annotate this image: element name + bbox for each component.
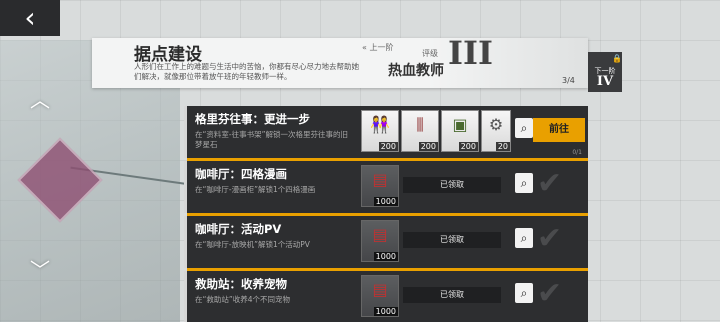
reward-item[interactable]: ▤ 1000 <box>361 220 399 262</box>
search-icon[interactable]: ⌕ <box>515 228 533 248</box>
task-description: 在“咖啡厅-漫画柜”解锁1个四格漫画 <box>195 185 316 194</box>
tier-banner: 据点建设 人形们在工作上的难题与生活中的苦恼，你都有尽心尽力地去帮助她们解决，就… <box>92 34 588 88</box>
reward-item[interactable]: 👭 200 <box>361 110 399 152</box>
reward-count: 200 <box>418 142 438 151</box>
tier-label: 评级 <box>422 49 438 58</box>
claimed-status: 已领取 <box>403 232 501 248</box>
chevron-left-icon: « <box>362 43 367 52</box>
reward-item[interactable]: ⚙ 20 <box>481 110 511 152</box>
next-tier-roman: IV <box>596 74 614 89</box>
card-icon: ▤ <box>372 280 388 299</box>
next-tier-button[interactable]: 🔒 下一阶 IV <box>588 52 622 92</box>
reward-item[interactable]: ▣ 200 <box>441 110 479 152</box>
task-title: 咖啡厅：活动PV <box>195 222 282 236</box>
reward-item[interactable]: ▤ 1000 <box>361 275 399 317</box>
task-row: 救助站：收养宠物 在“救助站”收养4个不同宠物 ▤ 1000 已领取 ⌕ ✔ <box>184 271 588 322</box>
reward-item[interactable]: ⫼ 200 <box>401 110 439 152</box>
reward-count: 1000 <box>373 252 398 261</box>
task-progress: 0/1 <box>572 149 582 156</box>
task-row: 咖啡厅：四格漫画 在“咖啡厅-漫画柜”解锁1个四格漫画 ▤ 1000 已领取 ⌕… <box>184 161 588 216</box>
reward-count: 200 <box>458 142 478 151</box>
tier-roman-numeral: III <box>448 34 493 72</box>
claimed-status: 已领取 <box>403 287 501 303</box>
task-description: 在“咖啡厅-放映机”解锁1个活动PV <box>195 240 310 249</box>
prev-tier-button[interactable]: « 上一阶 <box>362 42 393 53</box>
task-title: 咖啡厅：四格漫画 <box>195 167 287 181</box>
card-icon: ▤ <box>372 170 388 189</box>
tier-title: 热血教师 <box>388 63 444 79</box>
search-icon[interactable]: ⌕ <box>515 118 533 138</box>
ration-icon: ▣ <box>452 115 468 134</box>
reward-count: 1000 <box>373 197 398 206</box>
reward-count: 1000 <box>373 307 398 316</box>
reward-count: 20 <box>495 142 510 151</box>
task-row: 格里芬往事：更进一步 在“资料室-往事书架”解锁一次格里芬往事的旧梦星石 👭 2… <box>184 106 588 161</box>
task-title: 救助站：收养宠物 <box>195 277 287 291</box>
chevron-down-icon[interactable]: ﹀ <box>30 254 50 283</box>
lock-icon: 🔒 <box>612 54 622 63</box>
check-icon: ✔ <box>537 166 563 201</box>
chevron-up-icon[interactable]: ︿ <box>30 84 50 113</box>
prev-tier-label: 上一阶 <box>369 43 394 52</box>
card-icon: ▤ <box>372 225 388 244</box>
reward-item[interactable]: ▤ 1000 <box>361 165 399 207</box>
back-button[interactable]: ‹ <box>0 0 60 36</box>
search-icon[interactable]: ⌕ <box>515 173 533 193</box>
chevron-left-icon: ‹ <box>24 1 36 34</box>
task-row: 咖啡厅：活动PV 在“咖啡厅-放映机”解锁1个活动PV ▤ 1000 已领取 ⌕… <box>184 216 588 271</box>
check-icon: ✔ <box>537 276 563 311</box>
check-icon: ✔ <box>537 221 563 256</box>
task-description: 在“资料室-往事书架”解锁一次格里芬往事的旧梦星石 <box>195 130 348 149</box>
banner-description: 人形们在工作上的难题与生活中的苦恼，你都有尽心尽力地去帮助她们解决，就像那位带着… <box>134 62 359 81</box>
claimed-status: 已领取 <box>403 177 501 193</box>
parts-icon: ⚙ <box>488 115 504 134</box>
go-button[interactable]: 前往 <box>533 118 585 142</box>
reward-count: 200 <box>378 142 398 151</box>
tier-progress: 3/4 <box>562 76 575 85</box>
search-icon[interactable]: ⌕ <box>515 283 533 303</box>
doll-portrait-icon: 👭 <box>370 115 390 134</box>
task-title: 格里芬往事：更进一步 <box>195 112 310 126</box>
ammo-icon: ⫼ <box>416 115 424 134</box>
task-description: 在“救助站”收养4个不同宠物 <box>195 295 291 304</box>
